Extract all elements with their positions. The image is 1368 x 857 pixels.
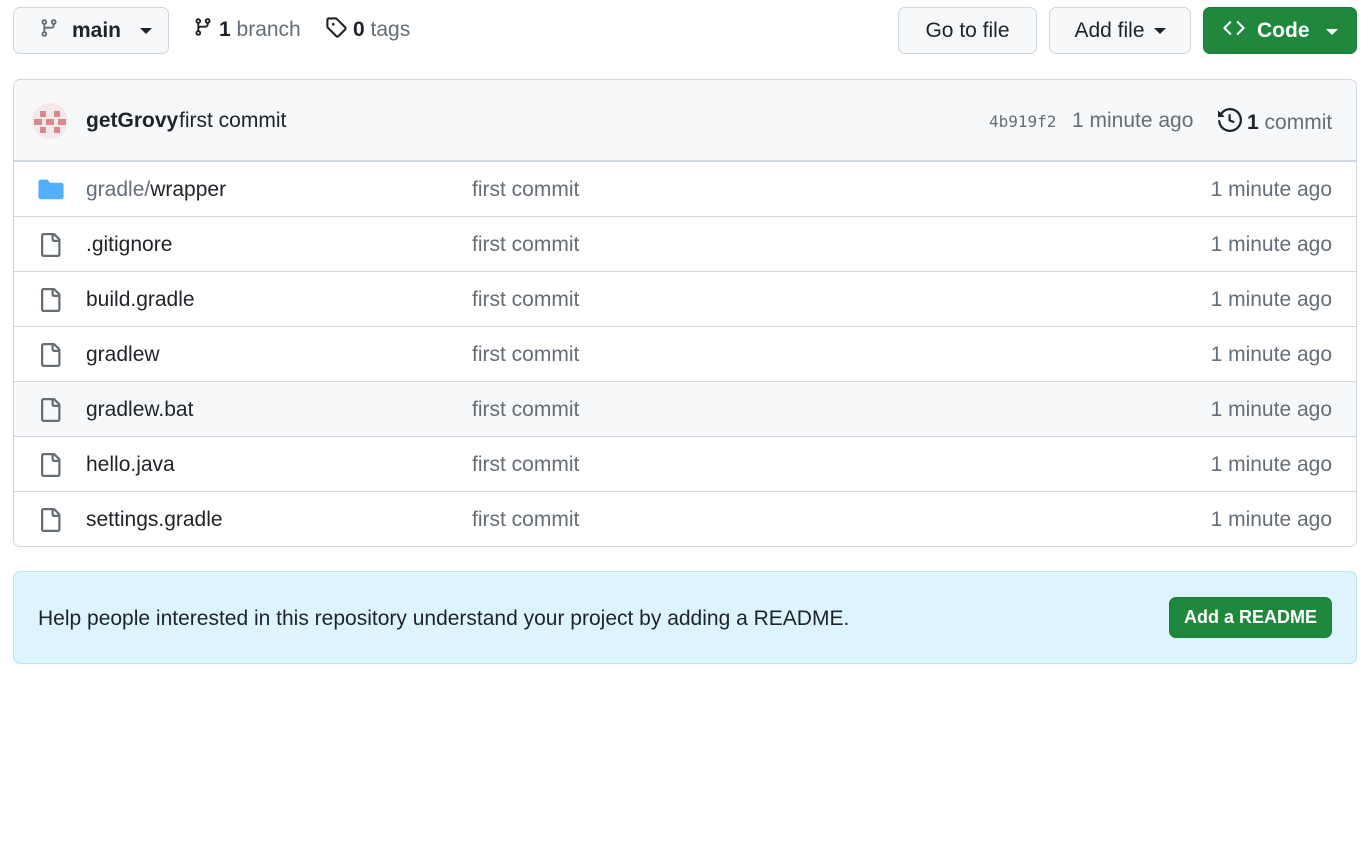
go-to-file-button[interactable]: Go to file (898, 7, 1037, 54)
readme-banner-text: Help people interested in this repositor… (38, 607, 850, 630)
add-readme-button[interactable]: Add a README (1169, 597, 1332, 638)
folder-path-prefix: gradle/ (86, 178, 151, 201)
tag-icon (325, 16, 347, 44)
file-icon (38, 233, 62, 263)
file-commit-message[interactable]: first commit (472, 343, 579, 367)
file-name-link[interactable]: gradlew (86, 343, 160, 367)
commits-label: commit (1264, 111, 1333, 134)
git-branch-icon (193, 16, 213, 44)
git-branch-icon (39, 17, 59, 45)
file-commit-message[interactable]: first commit (472, 288, 579, 312)
file-name-link[interactable]: gradle/wrapper (86, 178, 226, 202)
add-file-label: Add file (1074, 18, 1145, 42)
table-row[interactable]: .gitignore first commit 1 minute ago (14, 216, 1356, 271)
file-icon (38, 288, 62, 318)
file-icon (38, 398, 62, 428)
table-row[interactable]: gradle/wrapper first commit 1 minute ago (14, 161, 1356, 216)
branches-label: branch (236, 18, 301, 41)
table-row[interactable]: gradlew.bat first commit 1 minute ago (14, 381, 1356, 436)
table-row[interactable]: settings.gradle first commit 1 minute ag… (14, 491, 1356, 546)
commits-count: 1 (1247, 111, 1259, 134)
file-commit-message[interactable]: first commit (472, 398, 579, 422)
file-commit-time: 1 minute ago (1210, 233, 1332, 256)
tags-link[interactable]: 0 tags (325, 16, 410, 44)
code-button-label: Code (1257, 18, 1310, 42)
commit-author[interactable]: getGrovy (86, 109, 178, 133)
branches-link[interactable]: 1 branch (193, 16, 301, 44)
table-row[interactable]: build.gradle first commit 1 minute ago (14, 271, 1356, 326)
file-commit-time: 1 minute ago (1210, 398, 1332, 421)
file-commit-time: 1 minute ago (1210, 178, 1332, 201)
file-commit-time: 1 minute ago (1210, 288, 1332, 311)
file-commit-time: 1 minute ago (1210, 508, 1332, 531)
file-list: getGrovy first commit 4b919f2 1 minute a… (13, 79, 1357, 547)
file-name-link[interactable]: build.gradle (86, 288, 195, 312)
tags-label: tags (370, 18, 411, 41)
file-commit-time: 1 minute ago (1210, 453, 1332, 476)
file-name-link[interactable]: .gitignore (86, 233, 172, 257)
file-commit-message[interactable]: first commit (472, 508, 579, 532)
history-icon (1218, 107, 1243, 138)
branch-selector-label: main (72, 18, 122, 42)
avatar[interactable] (32, 103, 68, 139)
code-button[interactable]: Code (1203, 7, 1357, 54)
caret-down-icon (1326, 29, 1338, 35)
file-name-link[interactable]: settings.gradle (86, 508, 223, 532)
file-commit-message[interactable]: first commit (472, 233, 579, 257)
file-name-link[interactable]: gradlew.bat (86, 398, 193, 422)
file-commit-message[interactable]: first commit (472, 453, 579, 477)
add-file-button[interactable]: Add file (1049, 7, 1191, 54)
caret-down-icon (140, 27, 153, 34)
file-icon (38, 343, 62, 373)
latest-commit-bar: getGrovy first commit 4b919f2 1 minute a… (14, 80, 1356, 161)
commit-time: 1 minute ago (1072, 109, 1194, 132)
file-commit-message[interactable]: first commit (472, 178, 579, 202)
commit-history-link[interactable]: 1 commit (1218, 107, 1333, 138)
caret-down-icon (1153, 27, 1166, 34)
folder-icon (38, 178, 64, 206)
file-name-link[interactable]: hello.java (86, 453, 175, 477)
file-name: wrapper (150, 178, 227, 201)
tags-count: 0 (353, 18, 365, 41)
readme-banner: Help people interested in this repositor… (13, 571, 1357, 664)
branch-selector-button[interactable]: main (13, 7, 169, 54)
file-commit-time: 1 minute ago (1210, 343, 1332, 366)
commit-message[interactable]: first commit (179, 109, 286, 133)
table-row[interactable]: hello.java first commit 1 minute ago (14, 436, 1356, 491)
file-icon (38, 453, 62, 483)
commit-sha[interactable]: 4b919f2 (989, 112, 1056, 131)
file-icon (38, 508, 62, 538)
table-row[interactable]: gradlew first commit 1 minute ago (14, 326, 1356, 381)
branches-count: 1 (219, 18, 231, 41)
code-icon (1222, 17, 1246, 45)
